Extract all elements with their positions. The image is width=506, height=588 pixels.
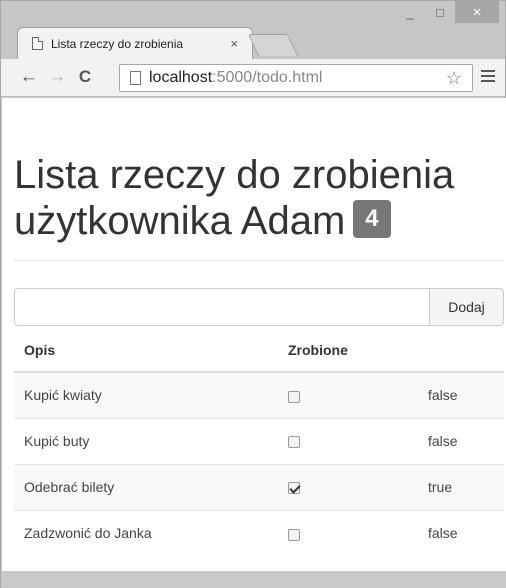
page-icon [130,71,141,85]
url-path: :5000/todo.html [212,69,323,86]
table-row: Zadzwonić do Janka false [14,509,504,556]
window-controls: _ □ × [395,1,499,23]
done-checkbox[interactable] [288,528,300,541]
table-header-row: Opis Zrobione [14,328,504,373]
forward-arrow-icon[interactable]: → [47,67,67,87]
done-checkbox[interactable] [288,482,300,495]
done-checkbox[interactable] [288,436,300,449]
bookmark-star-icon[interactable]: ☆ [446,68,462,89]
item-done-cell [278,509,418,556]
item-description: Zadzwonić do Janka [14,509,278,556]
add-button[interactable]: Dodaj [430,288,504,326]
tab-strip: _ □ × Lista rzeczy do zrobienia × [1,1,505,59]
page-title: Lista rzeczy do zrobienia użytkownika Ad… [14,152,504,244]
new-item-input[interactable] [14,288,430,326]
new-tab-button[interactable] [247,34,299,56]
url-host: localhost [149,69,213,86]
table-row: Kupić buty false [14,417,504,464]
item-done-cell [278,371,418,418]
header-divider [13,260,503,261]
item-description: Odebrać bilety [14,463,278,510]
todo-table: Opis Zrobione Kupić kwiaty false Kupić b… [14,328,504,556]
window-bottom-border [2,571,506,588]
back-arrow-icon[interactable]: ← [19,67,39,87]
minimize-button[interactable]: _ [395,1,425,23]
item-description: Kupić buty [14,417,278,464]
tab-close-icon[interactable]: × [230,36,238,51]
item-done-cell [278,463,418,510]
hamburger-menu-icon[interactable] [481,68,495,84]
address-bar[interactable]: localhost:5000/todo.html ☆ [119,64,473,92]
item-done-cell [278,417,418,464]
item-done-text: false [418,509,504,556]
close-window-button[interactable]: × [455,1,499,23]
table-row: Odebrać bilety true [14,463,504,510]
tab-todo[interactable]: Lista rzeczy do zrobienia × [17,27,253,59]
count-badge: 4 [353,200,391,239]
browser-window: _ □ × Lista rzeczy do zrobienia × ← → C … [0,0,506,588]
item-done-text: true [418,463,504,510]
page-header: Lista rzeczy do zrobienia użytkownika Ad… [14,152,504,244]
item-done-text: false [418,371,504,418]
done-checkbox[interactable] [288,390,300,403]
item-done-text: false [418,417,504,464]
table-row: Kupić kwiaty false [14,371,504,418]
item-description: Kupić kwiaty [14,371,278,418]
add-item-group: Dodaj [14,288,504,326]
browser-toolbar: ← → C localhost:5000/todo.html ☆ [1,59,505,97]
reload-icon[interactable]: C [75,67,95,87]
column-header-description: Opis [14,328,278,373]
tab-title: Lista rzeczy do zrobienia [51,36,184,51]
maximize-button[interactable]: □ [425,1,455,23]
column-header-done: Zrobione [278,328,418,373]
column-header-empty [418,328,504,373]
document-icon [32,37,43,50]
